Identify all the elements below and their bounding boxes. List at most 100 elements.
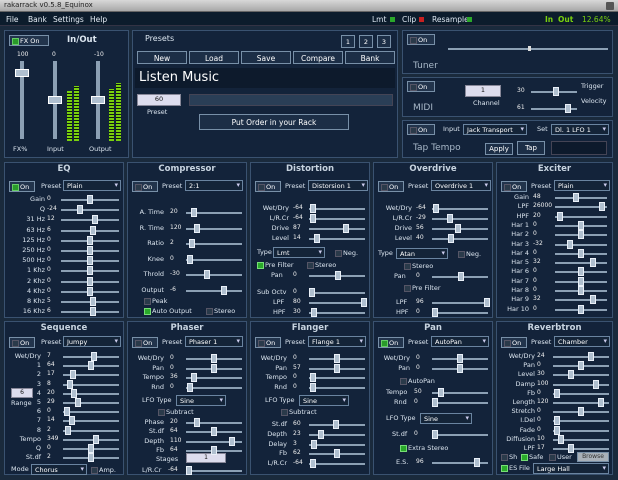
auto-output-checkbox[interactable]: Auto Output (144, 307, 192, 315)
reverbtron-file-combo[interactable]: Large Hall (533, 463, 609, 474)
sequence-slider-1[interactable] (88, 361, 94, 371)
phaser-rows2-slider-2[interactable] (229, 436, 235, 446)
overdrive-slider-1[interactable] (447, 214, 453, 223)
exciter-slider-5[interactable] (566, 239, 573, 249)
overdrive-slider-2[interactable] (454, 224, 461, 233)
compressor-preset-combo[interactable]: 2:1 (185, 180, 243, 191)
sequence-on-button[interactable]: On (9, 337, 35, 348)
preset-num-2-button[interactable]: 2 (359, 35, 373, 48)
compressor-slider-3[interactable] (187, 254, 193, 264)
phaser-slider-0[interactable] (211, 354, 217, 363)
reverbtron-slider-10[interactable] (568, 444, 574, 453)
reverbtron-preset-combo[interactable]: Chamber (554, 336, 610, 347)
reverbtron-slider-4[interactable] (554, 388, 560, 398)
overdrive-type-combo[interactable]: Atan (396, 248, 448, 259)
flanger-slider-3[interactable] (310, 382, 316, 392)
load-button[interactable]: Load (189, 51, 239, 64)
overdrive-neg-checkbox[interactable]: Neg. (458, 250, 481, 258)
taptempo-input-combo[interactable]: Jack Transport (463, 124, 527, 135)
menu-bank[interactable]: Bank (28, 15, 47, 24)
exciter-on-button[interactable]: On (501, 181, 527, 192)
preset-name-field[interactable]: Listen Music (135, 68, 395, 88)
exciter-slider-0[interactable] (573, 193, 580, 202)
distortion-neg-checkbox[interactable]: Neg. (335, 249, 358, 257)
distortion-prefilter-checkbox[interactable]: Pre Filter (257, 261, 294, 269)
flanger-subtract-checkbox[interactable]: Subtract (281, 408, 317, 416)
distortion-slider-1[interactable] (310, 214, 316, 223)
trigger-slider[interactable] (553, 87, 559, 96)
reverbtron-es-checkbox[interactable]: ES (501, 464, 517, 472)
exciter-slider-10[interactable] (578, 286, 584, 295)
pan-es-slider[interactable] (474, 458, 480, 467)
flanger-slider-0[interactable] (334, 354, 340, 363)
eq-preset-combo[interactable]: Plain (63, 180, 121, 191)
flanger-rows2-slider-2[interactable] (310, 439, 317, 449)
phaser-rows2-slider-1[interactable] (211, 427, 217, 437)
overdrive-hpf-slider[interactable] (432, 308, 438, 317)
flanger-rows2-slider-0[interactable] (332, 420, 339, 429)
flanger-rows2-slider-1[interactable] (318, 429, 324, 439)
reverbtron-slider-9[interactable] (558, 434, 564, 444)
exciter-slider-12[interactable] (578, 304, 584, 314)
sequence-slider-8[interactable] (64, 425, 71, 435)
exciter-slider-8[interactable] (578, 267, 584, 277)
tap-button[interactable]: Tap (517, 141, 545, 155)
exciter-slider-9[interactable] (578, 276, 584, 286)
overdrive-preset-combo[interactable]: Overdrive 1 (431, 180, 491, 191)
exciter-slider-7[interactable] (589, 258, 596, 268)
reverbtron-slider-3[interactable] (593, 379, 599, 389)
distortion-slider-3[interactable] (314, 234, 320, 243)
reverbtron-slider-6[interactable] (578, 407, 584, 417)
phaser-rows2-slider-3[interactable] (211, 445, 217, 455)
reverbtron-slider-7[interactable] (554, 416, 560, 426)
phaser-slider-1[interactable] (211, 363, 217, 373)
flanger-lfo-combo[interactable]: Sine (299, 395, 349, 406)
pan-slider-0[interactable] (457, 354, 463, 363)
exciter-slider-4[interactable] (578, 230, 584, 240)
reverbtron-sh-checkbox[interactable]: Sh (501, 453, 517, 461)
amp-checkbox[interactable]: Amp. (91, 466, 116, 474)
flanger-slider-2[interactable] (310, 373, 316, 382)
eq-slider-4[interactable] (87, 235, 93, 245)
new-button[interactable]: New (137, 51, 187, 64)
pan-on-button[interactable]: On (378, 337, 404, 348)
close-icon[interactable] (606, 2, 614, 10)
sequence-slider-6[interactable] (64, 407, 70, 417)
pan-rnd-slider[interactable] (432, 398, 438, 407)
flanger-rows2-slider-3[interactable] (334, 449, 340, 459)
eq-slider-11[interactable] (89, 307, 96, 317)
phaser-subtract-checkbox[interactable]: Subtract (158, 408, 194, 416)
phaser-rows2-slider-0[interactable] (194, 418, 200, 427)
eq-on-button[interactable]: On (9, 181, 35, 192)
overdrive-stereo-checkbox[interactable]: Stereo (404, 262, 433, 270)
reverbtron-slider-0[interactable] (588, 352, 594, 361)
autopan-checkbox[interactable]: AutoPan (400, 377, 435, 385)
eq-slider-7[interactable] (87, 266, 93, 276)
pan-stdf-slider[interactable] (432, 430, 438, 439)
fx-pct-slider[interactable] (15, 69, 29, 77)
sequence-slider-10[interactable] (88, 444, 94, 453)
pan-preset-combo[interactable]: AutoPan (431, 336, 489, 347)
sequence-slider-4[interactable] (71, 388, 77, 398)
phaser-preset-combo[interactable]: Phaser 1 (185, 336, 243, 347)
distortion-on-button[interactable]: On (255, 181, 281, 192)
taptempo-set-combo[interactable]: Dl. 1 LFO 1 (551, 124, 609, 135)
tuner-on-button[interactable]: On (407, 34, 435, 45)
compressor-slider-5[interactable] (221, 285, 227, 295)
menu-file[interactable]: File (6, 15, 19, 24)
distortion-lpf-slider[interactable] (361, 298, 367, 307)
suboct-slider[interactable] (309, 288, 315, 297)
range-spinner[interactable]: 6 (11, 388, 33, 398)
distortion-slider-2[interactable] (343, 224, 349, 233)
reverbtron-on-button[interactable]: On (501, 337, 527, 348)
taptempo-on-button[interactable]: On (407, 124, 435, 135)
reverbtron-browse-button[interactable]: Browse (577, 452, 609, 462)
sequence-slider-0[interactable] (90, 352, 97, 361)
extra-stereo-checkbox[interactable]: Extra Stereo (400, 444, 448, 452)
compare-button[interactable]: Compare (293, 51, 343, 64)
stages-spinner[interactable]: 1 (186, 453, 226, 463)
exciter-preset-combo[interactable]: Plain (554, 180, 610, 191)
distortion-type-combo[interactable]: Lmt (273, 247, 325, 258)
sequence-slider-2[interactable] (70, 370, 76, 380)
eq-slider-6[interactable] (87, 256, 93, 266)
